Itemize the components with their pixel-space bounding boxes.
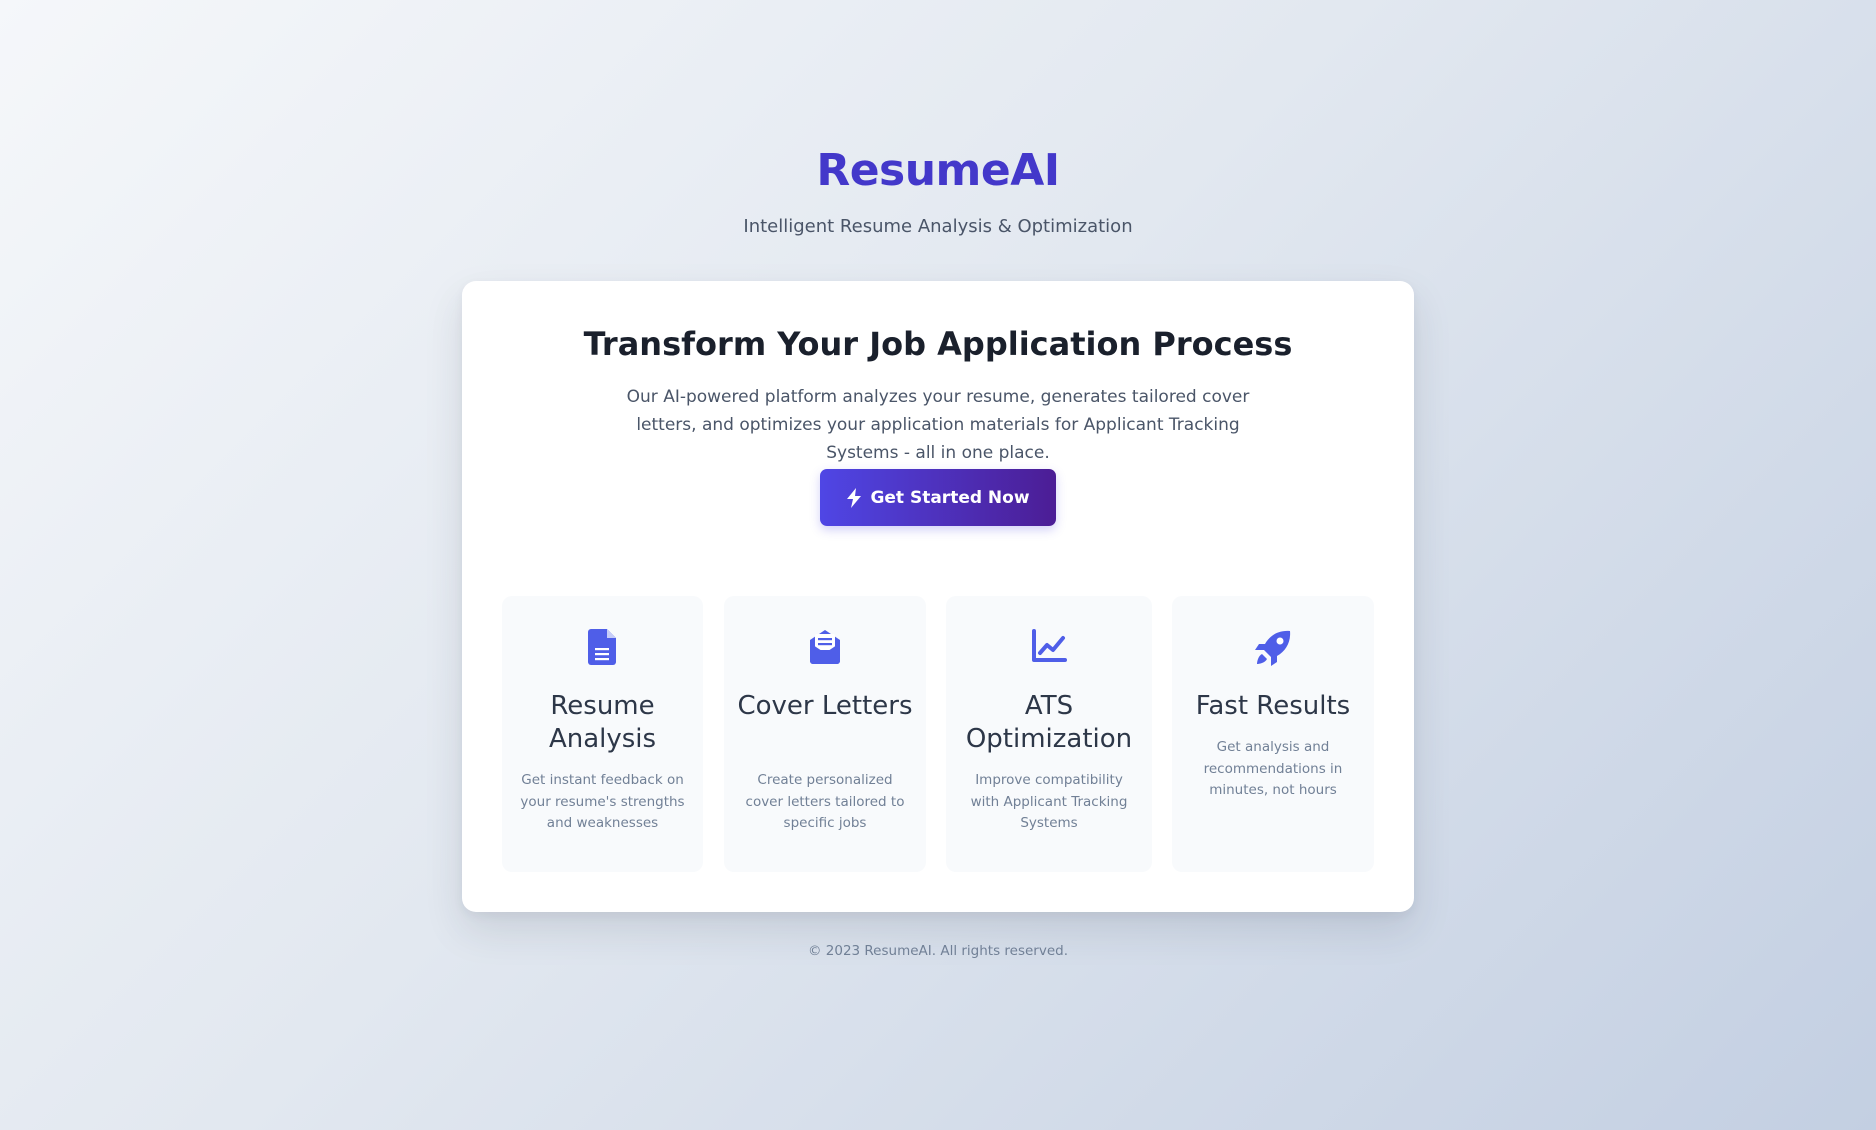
feature-card-fast-results: Fast Results Get analysis and recommenda…	[1172, 596, 1374, 872]
footer-copyright: © 2023 ResumeAI. All rights reserved.	[807, 943, 1069, 959]
hero-card: Transform Your Job Application Process O…	[462, 281, 1414, 912]
envelope-open-text-icon	[724, 629, 926, 665]
feature-card-ats-optimization: ATS Optimization Improve compatibility w…	[946, 596, 1152, 872]
feature-description: Improve compatibility with Applicant Tra…	[970, 772, 1128, 831]
file-document-icon	[502, 629, 703, 665]
feature-description: Get analysis and recommendations in minu…	[1203, 739, 1343, 798]
page-header: ResumeAI Intelligent Resume Analysis & O…	[0, 140, 1876, 240]
brand-tagline: Intelligent Resume Analysis & Optimizati…	[743, 216, 1133, 237]
feature-card-cover-letters: Cover Letters Create personalized cover …	[724, 596, 926, 872]
chart-line-icon	[946, 629, 1152, 663]
feature-title: ATS Optimization	[965, 691, 1133, 754]
feature-title: Fast Results	[1195, 691, 1351, 721]
get-started-button[interactable]: Get Started Now	[820, 469, 1056, 526]
bolt-icon	[846, 487, 862, 508]
brand-logo: ResumeAI	[816, 145, 1060, 196]
feature-title: Cover Letters	[737, 691, 913, 721]
feature-card-resume-analysis: Resume Analysis Get instant feedback on …	[502, 596, 703, 872]
hero-description: Our AI-powered platform analyzes your re…	[626, 387, 1250, 463]
feature-description: Get instant feedback on your resume's st…	[520, 772, 685, 831]
rocket-icon	[1172, 629, 1374, 667]
hero-title: Transform Your Job Application Process	[583, 325, 1293, 363]
get-started-label: Get Started Now	[870, 487, 1030, 508]
feature-title: Resume Analysis	[548, 691, 657, 754]
feature-description: Create personalized cover letters tailor…	[745, 772, 905, 831]
